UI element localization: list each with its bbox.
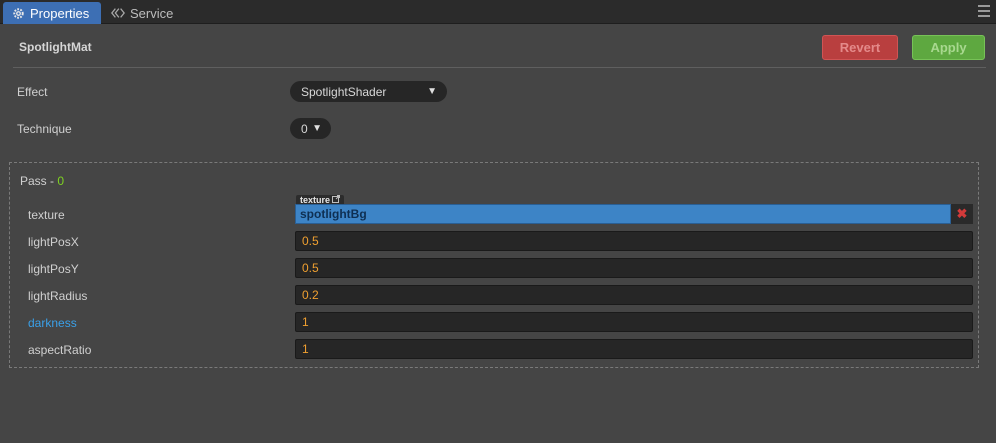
lightposx-input[interactable]: 0.5 xyxy=(295,231,973,251)
field-value: 1 xyxy=(302,315,309,329)
lightposy-input[interactable]: 0.5 xyxy=(295,258,973,278)
field-value: 0.2 xyxy=(302,288,319,302)
caret-down-icon: ▼ xyxy=(312,123,322,134)
pass-title-text: Pass - xyxy=(20,174,58,188)
texture-asset-name: spotlightBg xyxy=(300,207,367,221)
service-icon xyxy=(111,6,125,20)
prop-label-aspectratio: aspectRatio xyxy=(28,343,92,357)
panel-menu-icon[interactable] xyxy=(978,5,990,17)
technique-label: Technique xyxy=(17,122,72,136)
pass-title: Pass - 0 xyxy=(20,174,64,188)
effect-select[interactable]: SpotlightShader ▼ xyxy=(290,81,447,102)
tab-bar: Properties Service xyxy=(0,0,996,24)
tab-service[interactable]: Service xyxy=(108,2,188,24)
effect-label: Effect xyxy=(17,85,48,99)
technique-select[interactable]: 0 ▼ xyxy=(290,118,331,139)
header-divider xyxy=(13,67,986,68)
tab-label: Properties xyxy=(30,5,90,21)
pass-index: 0 xyxy=(57,174,65,188)
gear-icon xyxy=(11,6,25,20)
field-value: 0.5 xyxy=(302,261,319,275)
field-value: 1 xyxy=(302,342,309,356)
prop-label-lightradius: lightRadius xyxy=(28,289,88,303)
lightradius-input[interactable]: 0.2 xyxy=(295,285,973,305)
aspectratio-input[interactable]: 1 xyxy=(295,339,973,359)
darkness-input[interactable]: 1 xyxy=(295,312,973,332)
close-icon: ✖ xyxy=(956,206,968,221)
caret-down-icon: ▼ xyxy=(427,86,437,97)
material-title: SpotlightMat xyxy=(19,40,92,54)
prop-label-lightposy: lightPosY xyxy=(28,262,79,276)
apply-button[interactable]: Apply xyxy=(912,35,985,60)
prop-label-darkness: darkness xyxy=(28,316,77,330)
texture-asset-field[interactable]: spotlightBg xyxy=(295,204,951,224)
clear-texture-button[interactable]: ✖ xyxy=(951,204,973,224)
tab-properties[interactable]: Properties xyxy=(3,2,101,24)
effect-value: SpotlightShader xyxy=(301,84,387,99)
prop-label-texture: texture xyxy=(28,208,65,222)
technique-value: 0 xyxy=(301,121,308,136)
field-value: 0.5 xyxy=(302,234,319,248)
prop-label-lightposx: lightPosX xyxy=(28,235,79,249)
tab-label: Service xyxy=(130,5,174,21)
revert-button[interactable]: Revert xyxy=(822,35,898,60)
